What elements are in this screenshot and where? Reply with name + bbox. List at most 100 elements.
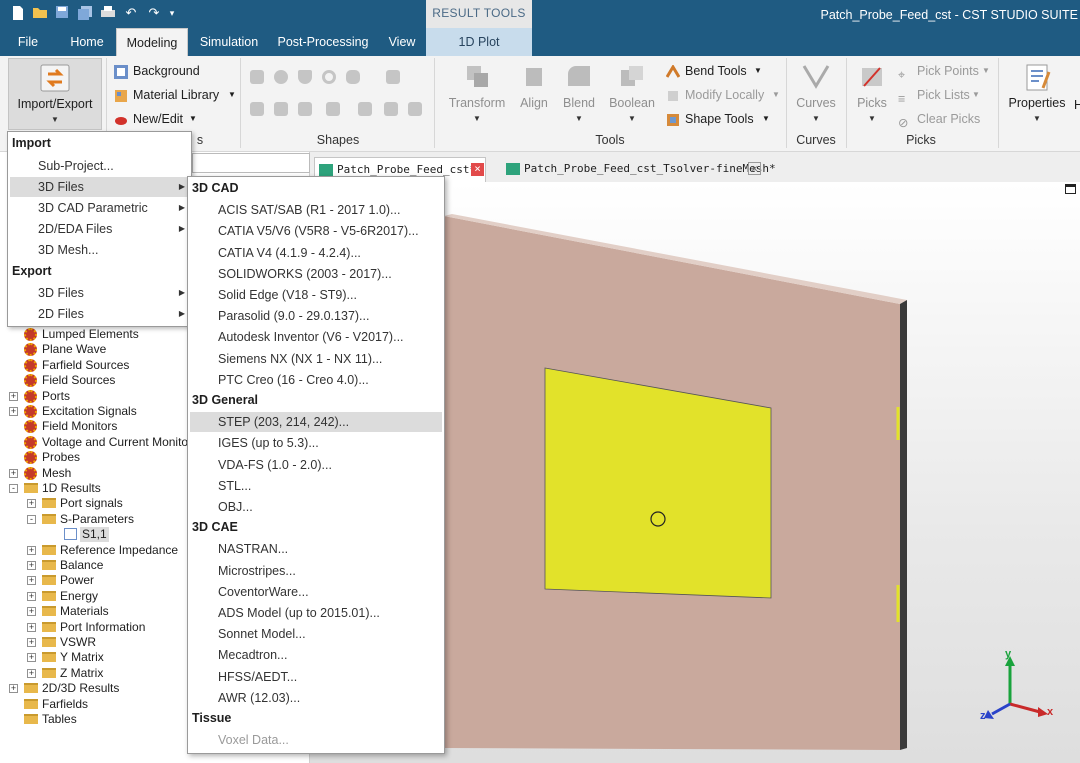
chevron-right-icon: ▶ <box>178 203 185 212</box>
submenu-item[interactable]: Mecadtron... <box>190 645 442 665</box>
submenu-item[interactable]: IGES (up to 5.3)... <box>190 433 442 453</box>
boolean-icon <box>616 62 648 92</box>
tab-home[interactable]: Home <box>62 28 112 56</box>
y-axis-label: y <box>1005 648 1012 660</box>
section-header-3d-general: 3D General <box>192 393 259 407</box>
tree-item-label: VSWR <box>60 635 96 649</box>
submenu-item[interactable]: VDA-FS (1.0 - 2.0)... <box>190 455 442 475</box>
tree-item-label: Reference Impedance <box>60 542 179 557</box>
menu-bar: File Home Modeling Simulation Post-Proce… <box>0 28 1080 56</box>
sphere-icon <box>274 70 288 84</box>
expand-icon[interactable]: + <box>27 561 36 570</box>
submenu-item[interactable]: OBJ... <box>190 497 442 517</box>
expand-icon[interactable]: + <box>27 591 36 601</box>
pick-points-icon: ⌖ <box>898 68 906 82</box>
submenu-item[interactable]: CATIA V4 (4.1.9 - 4.2.4)... <box>190 243 442 263</box>
sweep-icon <box>298 102 312 116</box>
tab-simulation[interactable]: Simulation <box>193 28 265 56</box>
align-button[interactable]: Align <box>512 58 556 130</box>
gear-icon <box>24 435 37 449</box>
torus-icon <box>322 70 336 84</box>
tree-item-label: Port signals <box>60 496 123 511</box>
expand-icon[interactable]: + <box>27 607 36 617</box>
blend-button[interactable]: Blend ▼ <box>556 58 602 130</box>
submenu-item[interactable]: STEP (203, 214, 242)... <box>190 412 442 433</box>
properties-button[interactable]: Properties ▼ <box>1002 58 1072 130</box>
submenu-item[interactable]: Microstripes... <box>190 561 442 581</box>
expand-icon[interactable]: + <box>9 391 18 401</box>
tree-item-label: 2D/3D Results <box>42 681 120 696</box>
submenu-item[interactable]: ACIS SAT/SAB (R1 - 2017 1.0)... <box>190 200 442 220</box>
folder-icon <box>42 498 56 509</box>
import-export-button[interactable]: Import/Export ▼ <box>8 58 102 130</box>
tab-file[interactable]: File <box>8 28 48 56</box>
boolean-button[interactable]: Boolean ▼ <box>604 58 660 130</box>
expand-icon[interactable]: + <box>27 668 36 678</box>
submenu-item[interactable]: AWR (12.03)... <box>190 688 442 708</box>
print-icon[interactable] <box>100 5 116 21</box>
gear-icon <box>24 358 37 372</box>
expand-icon[interactable]: + <box>9 407 18 416</box>
tree-search-input[interactable] <box>192 153 310 173</box>
expand-icon[interactable]: + <box>27 499 36 509</box>
menu-item-export-3d-files[interactable]: 3D Files ▶ <box>10 283 189 303</box>
tab-1d-plot[interactable]: 1D Plot <box>426 28 532 56</box>
submenu-item[interactable]: CoventorWare... <box>190 582 442 602</box>
new-file-icon[interactable] <box>10 5 26 21</box>
redo-icon[interactable]: ↷ <box>146 5 162 21</box>
collapse-icon[interactable]: - <box>27 514 36 524</box>
cylinder-icon <box>346 70 360 84</box>
background-icon <box>114 64 128 79</box>
transform-button[interactable]: Transform ▼ <box>440 58 514 130</box>
save-icon[interactable] <box>54 5 70 21</box>
collapse-icon[interactable]: - <box>9 484 18 493</box>
menu-item-2d-eda-files[interactable]: 2D/EDA Files ▶ <box>10 219 189 239</box>
expand-icon[interactable]: + <box>27 638 36 647</box>
submenu-item[interactable]: Parasolid (9.0 - 29.0.137)... <box>190 306 442 326</box>
open-folder-icon[interactable] <box>32 5 48 21</box>
menu-item-import-3d-files[interactable]: 3D Files ▶ <box>10 177 189 197</box>
submenu-item[interactable]: NASTRAN... <box>190 539 442 559</box>
picks-icon <box>856 62 888 92</box>
curves-button[interactable]: Curves ▼ <box>790 58 842 130</box>
doc-tab-tsolver-finemesh[interactable]: Patch_Probe_Feed_cst_Tsolver-fineMesh* × <box>502 157 776 182</box>
tab-modeling[interactable]: Modeling <box>116 28 188 56</box>
save-all-icon[interactable] <box>77 5 93 21</box>
submenu-item[interactable]: CATIA V5/V6 (V5R8 - V5-6R2017)... <box>190 221 442 241</box>
menu-item-sub-project[interactable]: Sub-Project... <box>10 156 189 176</box>
submenu-item[interactable]: Solid Edge (V18 - ST9)... <box>190 285 442 305</box>
expand-icon[interactable]: + <box>9 468 18 478</box>
submenu-item[interactable]: Sonnet Model... <box>190 624 442 644</box>
menu-item-export-2d-files[interactable]: 2D Files ▶ <box>10 304 189 324</box>
expand-icon[interactable]: + <box>27 576 36 586</box>
close-tab-icon[interactable]: × <box>471 163 484 176</box>
wire-icon <box>326 102 340 116</box>
picks-button[interactable]: Picks ▼ <box>850 58 894 130</box>
tree-item-label: Materials <box>60 604 109 619</box>
expand-icon[interactable]: + <box>27 545 36 555</box>
customize-icon[interactable]: ▾ <box>164 5 180 21</box>
submenu-item[interactable]: SOLIDWORKS (2003 - 2017)... <box>190 264 442 284</box>
submenu-item[interactable]: HFSS/AEDT... <box>190 667 442 687</box>
folder-icon <box>42 513 56 524</box>
expand-icon[interactable]: + <box>27 653 36 663</box>
submenu-item[interactable]: PTC Creo (16 - Creo 4.0)... <box>190 370 442 390</box>
contextual-tab-group: RESULT TOOLS 1D Plot <box>426 0 532 56</box>
submenu-item[interactable]: STL... <box>190 476 442 496</box>
shape-tools-icon <box>666 112 680 126</box>
menu-item-3d-mesh[interactable]: 3D Mesh... <box>10 240 189 260</box>
expand-icon[interactable]: + <box>27 622 36 632</box>
modify-locally-icon <box>666 88 680 102</box>
expand-icon[interactable]: + <box>9 684 18 694</box>
chevron-down-icon: ▼ <box>762 114 770 123</box>
close-tab-icon[interactable]: × <box>748 162 761 175</box>
submenu-item[interactable]: Siemens NX (NX 1 - NX 11)... <box>190 349 442 369</box>
submenu-item[interactable]: Voxel Data... <box>190 730 442 750</box>
menu-item-3d-cad-parametric[interactable]: 3D CAD Parametric ▶ <box>10 198 189 218</box>
tab-view[interactable]: View <box>382 28 422 56</box>
undo-icon[interactable]: ↶ <box>123 5 139 21</box>
submenu-item[interactable]: ADS Model (up to 2015.01)... <box>190 603 442 623</box>
tab-post-processing[interactable]: Post-Processing <box>271 28 375 56</box>
submenu-item[interactable]: Autodesk Inventor (V6 - V2017)... <box>190 327 442 347</box>
tree-item-label: Z Matrix <box>60 665 104 680</box>
